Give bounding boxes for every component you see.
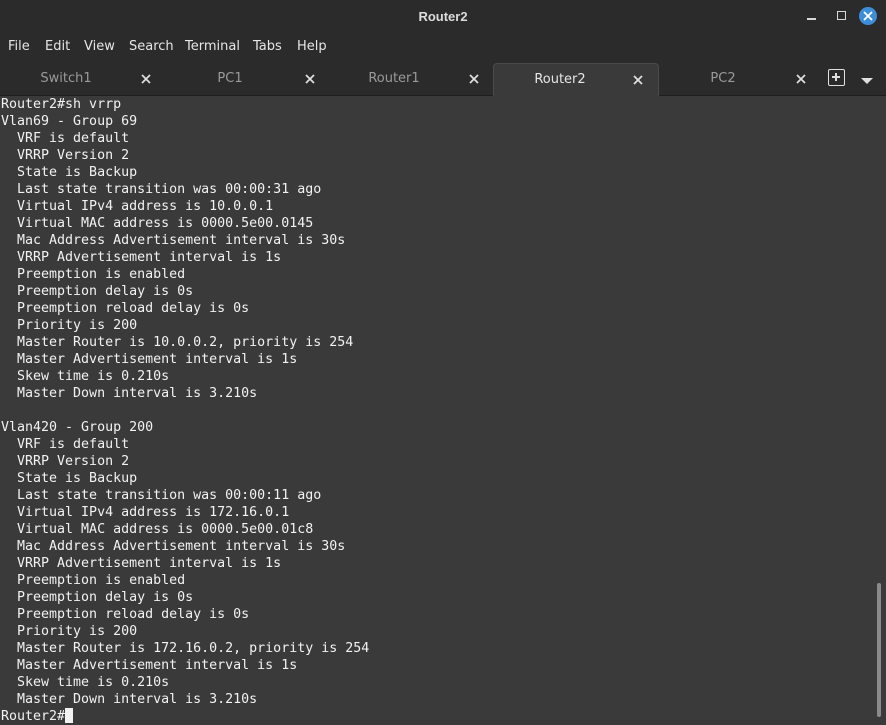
- terminal-line: Virtual IPv4 address is 10.0.0.1: [1, 199, 274, 214]
- terminal-line: Priority is 200: [1, 624, 138, 639]
- tab-bar: Switch1 PC1 Router1 Router2 PC2: [0, 60, 886, 96]
- terminal-prompt: Router2#: [1, 709, 66, 724]
- terminal-line: Master Router is 10.0.0.2, priority is 2…: [1, 335, 354, 350]
- terminal-line: Skew time is 0.210s: [1, 369, 170, 384]
- scrollbar-thumb[interactable]: [877, 583, 881, 717]
- terminal-prompt-line[interactable]: Router2#: [1, 708, 369, 725]
- terminal-line: Preemption delay is 0s: [1, 284, 194, 299]
- terminal-line: Preemption is enabled: [1, 267, 186, 282]
- terminal-text: Router2#sh vrrp Vlan69 - Group 69 VRF is …: [1, 96, 369, 725]
- terminal-line: Priority is 200: [1, 318, 138, 333]
- tab-router2[interactable]: Router2: [493, 63, 659, 96]
- terminal-line: Last state transition was 00:00:11 ago: [1, 488, 322, 503]
- terminal-line: Vlan69 - Group 69: [1, 114, 138, 129]
- close-icon[interactable]: [859, 7, 877, 25]
- new-tab-button[interactable]: [828, 69, 845, 86]
- terminal-line: Mac Address Advertisement interval is 30…: [1, 233, 346, 248]
- scrollbar[interactable]: [872, 96, 886, 725]
- menu-bar: File Edit View Search Terminal Tabs Help: [0, 34, 886, 60]
- terminal-line: State is Backup: [1, 471, 138, 486]
- terminal-line: VRRP Version 2: [1, 454, 130, 469]
- close-icon[interactable]: [303, 72, 317, 86]
- tab-label: Router2: [534, 72, 586, 87]
- text-cursor: [65, 708, 74, 723]
- close-icon[interactable]: [139, 72, 153, 86]
- terminal-line: Virtual IPv4 address is 172.16.0.1: [1, 505, 290, 520]
- maximize-icon[interactable]: [833, 7, 851, 25]
- menu-help[interactable]: Help: [297, 38, 327, 55]
- window-title: Router2: [418, 9, 468, 24]
- terminal-window: Router2 File Edit View Search Terminal T…: [0, 0, 886, 725]
- menu-edit[interactable]: Edit: [45, 38, 70, 55]
- close-icon[interactable]: [467, 72, 481, 86]
- terminal-line: VRRP Advertisement interval is 1s: [1, 250, 282, 265]
- terminal-line: VRF is default: [1, 437, 130, 452]
- terminal-line: Preemption delay is 0s: [1, 590, 194, 605]
- terminal-line: Preemption reload delay is 0s: [1, 301, 250, 316]
- terminal-line: Preemption reload delay is 0s: [1, 607, 250, 622]
- chevron-down-icon[interactable]: [860, 73, 874, 84]
- terminal-line: Skew time is 0.210s: [1, 675, 170, 690]
- menu-search[interactable]: Search: [129, 38, 174, 55]
- terminal-line: VRF is default: [1, 131, 130, 146]
- tab-label: PC2: [710, 71, 736, 86]
- tab-label: Router1: [368, 71, 420, 86]
- terminal-output[interactable]: Router2#sh vrrp Vlan69 - Group 69 VRF is …: [0, 96, 872, 725]
- terminal-line: Master Down interval is 3.210s: [1, 386, 258, 401]
- terminal-line: Router2#sh vrrp: [1, 97, 122, 112]
- menu-file[interactable]: File: [8, 38, 30, 55]
- tab-router1[interactable]: Router1: [328, 63, 492, 95]
- terminal-line: Master Advertisement interval is 1s: [1, 352, 298, 367]
- terminal-line: Virtual MAC address is 0000.5e00.0145: [1, 216, 314, 231]
- minimize-icon[interactable]: [803, 7, 821, 25]
- menu-tabs[interactable]: Tabs: [253, 38, 282, 55]
- terminal-line: Master Down interval is 3.210s: [1, 692, 258, 707]
- close-icon[interactable]: [794, 72, 808, 86]
- terminal-line: Virtual MAC address is 0000.5e00.01c8: [1, 522, 314, 537]
- terminal-line: Mac Address Advertisement interval is 30…: [1, 539, 346, 554]
- terminal-line: Master Advertisement interval is 1s: [1, 658, 298, 673]
- tab-pc2[interactable]: PC2: [657, 63, 821, 95]
- tab-switch1[interactable]: Switch1: [0, 63, 164, 95]
- terminal-line: State is Backup: [1, 165, 138, 180]
- terminal-line: Vlan420 - Group 200: [1, 420, 154, 435]
- close-icon[interactable]: [631, 73, 645, 87]
- tab-pc1[interactable]: PC1: [164, 63, 328, 95]
- terminal-line: Master Router is 172.16.0.2, priority is…: [1, 641, 370, 656]
- menu-terminal[interactable]: Terminal: [185, 38, 240, 55]
- tab-label: PC1: [217, 71, 243, 86]
- terminal-line: Last state transition was 00:00:31 ago: [1, 182, 322, 197]
- terminal-line: VRRP Version 2: [1, 148, 130, 163]
- tab-label: Switch1: [40, 71, 92, 86]
- menu-view[interactable]: View: [84, 38, 115, 55]
- title-bar[interactable]: Router2: [0, 0, 886, 34]
- terminal-line: VRRP Advertisement interval is 1s: [1, 556, 282, 571]
- terminal-line: Preemption is enabled: [1, 573, 186, 588]
